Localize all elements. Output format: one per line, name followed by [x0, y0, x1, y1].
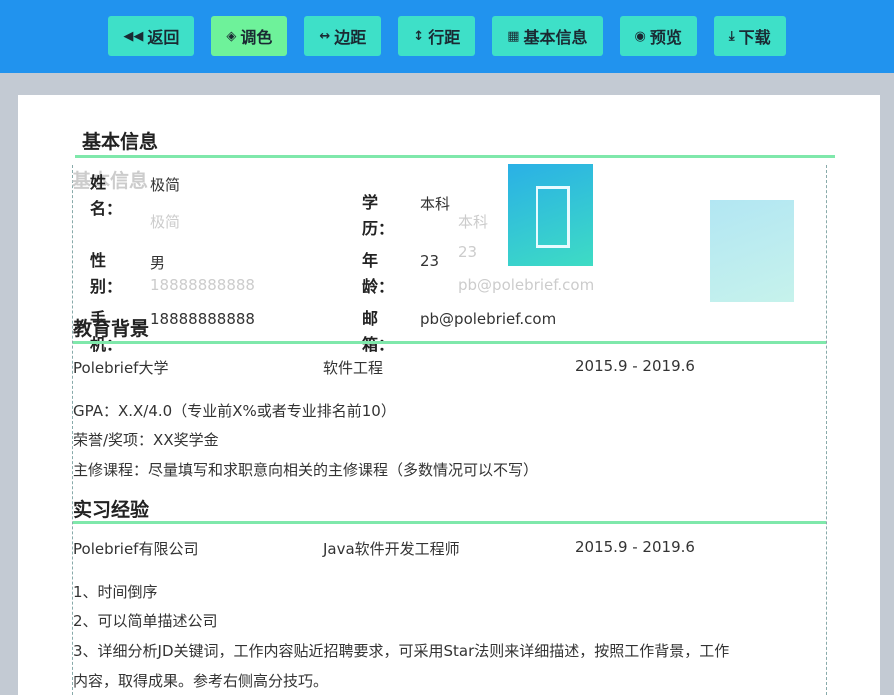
ghost-edu: 本科 [458, 211, 488, 232]
internship-period: 2015.9 - 2019.6 [575, 538, 695, 556]
education-heading: 教育背景 [73, 314, 149, 341]
heading-divider [75, 155, 835, 158]
arrows-horizontal-icon: ↔ [319, 29, 330, 44]
phone-value: 18888888888 [150, 310, 255, 328]
ghost-phone: 18888888888 [150, 276, 255, 294]
toolbar: ◀◀ 返回 ◈ 调色 ↔ 边距 ↕ 行距 ▦ 基本信息 ◉ 预览 ⤓ 下载 [0, 0, 894, 73]
gender-label: 性别： [90, 248, 120, 300]
name-value: 极简 [150, 174, 180, 195]
email-value: pb@polebrief.com [420, 310, 556, 328]
basic-info-heading: 基本信息 [82, 127, 158, 154]
download-button[interactable]: ⤓ 下载 [714, 16, 786, 56]
role: Java软件开发工程师 [323, 538, 460, 559]
edu-value: 本科 [420, 193, 450, 214]
education-line: 主修课程：尽量填写和求职意向相关的主修课程（多数情况可以不写） [73, 459, 538, 480]
paint-bucket-icon: ◈ [226, 29, 236, 44]
internship-line: 1、时间倒序 [73, 581, 158, 602]
internship-line: 3、详细分析JD关键词，工作内容贴近招聘要求，可采用Star法则来详细描述，按照… [73, 640, 729, 661]
margin-button[interactable]: ↔ 边距 [304, 16, 381, 56]
ghost-age: 23 [458, 243, 477, 261]
ghost-name: 极简 [150, 211, 180, 232]
company: Polebrief有限公司 [73, 538, 198, 559]
download-icon: ⤓ [729, 29, 735, 44]
internship-divider [73, 521, 826, 524]
age-value: 23 [420, 252, 439, 270]
preview-label: 预览 [650, 24, 682, 48]
internship-heading: 实习经验 [73, 495, 149, 522]
age-label: 年龄： [362, 248, 392, 300]
arrows-vertical-icon: ↕ [413, 29, 424, 44]
line-spacing-button[interactable]: ↕ 行距 [398, 16, 475, 56]
download-label: 下载 [739, 24, 771, 48]
education-divider [73, 341, 826, 344]
education-line: 荣誉/奖项：XX奖学金 [73, 429, 219, 450]
backward-icon: ◀◀ [123, 29, 143, 44]
color-button[interactable]: ◈ 调色 [211, 16, 287, 56]
internship-line: 2、可以简单描述公司 [73, 610, 218, 631]
name-label: 姓名： [90, 170, 120, 222]
school: Polebrief大学 [73, 357, 168, 378]
color-label: 调色 [240, 24, 272, 48]
major: 软件工程 [323, 357, 383, 378]
back-label: 返回 [147, 24, 179, 48]
education-period: 2015.9 - 2019.6 [575, 357, 695, 375]
preview-button[interactable]: ◉ 预览 [620, 16, 697, 56]
margin-label: 边距 [334, 24, 366, 48]
ghost-photo [710, 200, 794, 302]
basic-info-button[interactable]: ▦ 基本信息 [492, 16, 602, 56]
line-spacing-label: 行距 [428, 24, 460, 48]
ghost-email: pb@polebrief.com [458, 276, 594, 294]
basic-info-label: 基本信息 [524, 24, 588, 48]
edu-label: 学历： [362, 190, 392, 242]
email-label: 邮箱： [362, 306, 392, 358]
eye-icon: ◉ [635, 29, 646, 44]
avatar-photo[interactable] [508, 164, 593, 266]
gender-value: 男 [150, 252, 165, 273]
education-line: GPA：X.X/4.0（专业前X%或者专业排名前10） [73, 400, 396, 421]
back-button[interactable]: ◀◀ 返回 [108, 16, 194, 56]
list-icon: ▦ [507, 29, 519, 44]
